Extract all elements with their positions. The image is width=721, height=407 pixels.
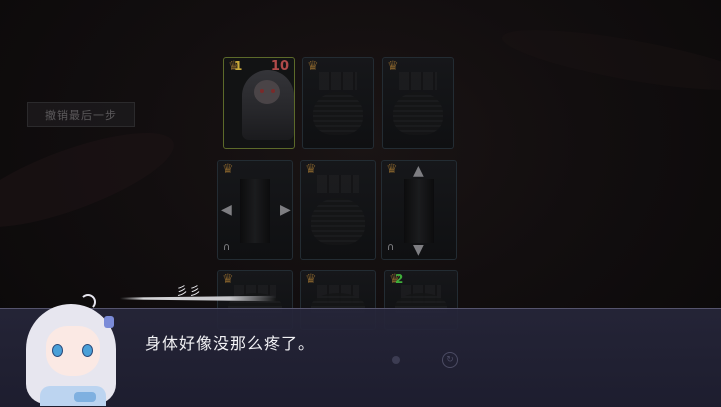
crown-icon: ♛ xyxy=(222,162,234,177)
card-room[interactable]: ♛ xyxy=(382,57,454,149)
card-room[interactable]: ♛ xyxy=(300,160,376,260)
background-texture xyxy=(0,114,184,246)
card-corridor[interactable]: ♛ ◀ ▶ ∩ xyxy=(217,160,293,260)
background-texture xyxy=(498,17,721,103)
crown-icon: ♛ xyxy=(305,272,317,287)
arrow-down-icon: ▼ xyxy=(413,242,424,258)
card-room[interactable]: ♛ xyxy=(302,57,374,149)
portrait-bow xyxy=(74,392,96,402)
player-face xyxy=(254,80,280,104)
card-corridor[interactable]: ♛ ▲ ▼ ∩ xyxy=(381,160,457,260)
dialog-text: 身体好像没那么疼了。 xyxy=(145,334,316,353)
dialog-indicator-dot xyxy=(392,356,400,364)
crown-icon: ♛ xyxy=(307,59,319,74)
speaker-name: 彡彡 xyxy=(176,284,203,298)
crown-icon: ♛ xyxy=(387,59,399,74)
player-eye xyxy=(271,89,275,93)
crown-icon: ♛ xyxy=(386,162,398,177)
character-portrait xyxy=(18,294,128,406)
arrow-right-icon: ▶ xyxy=(280,202,291,218)
portrait-ahoge xyxy=(80,294,96,310)
crown-icon: ♛ xyxy=(305,162,317,177)
arrow-up-icon: ▲ xyxy=(413,163,424,179)
undo-last-step-button[interactable]: 撤销最后一步 xyxy=(27,102,135,127)
crown-value: 1 xyxy=(234,59,243,73)
dialog-indicator-circle-icon: ↻ xyxy=(442,352,458,368)
arrow-left-icon: ◀ xyxy=(221,202,232,218)
portrait-eye xyxy=(52,344,63,357)
card-player[interactable]: ♛ 1 10 xyxy=(223,57,295,149)
door-icon: ∩ xyxy=(387,242,395,253)
door-icon: ∩ xyxy=(223,242,231,253)
crown-value: 2 xyxy=(395,272,404,286)
crown-icon: ♛ xyxy=(222,272,234,287)
hairclip-icon xyxy=(104,316,114,328)
game-scene: 撤销最后一步 ♛ 1 10 ♛ ♛ ♛ ◀ ▶ ∩ ♛ ♛ ▲ ▼ ∩ ♛ ♛ … xyxy=(0,0,721,407)
hp-value: 10 xyxy=(270,59,289,74)
portrait-collar xyxy=(40,386,106,406)
portrait-eye xyxy=(82,344,93,357)
player-eye xyxy=(260,89,264,93)
